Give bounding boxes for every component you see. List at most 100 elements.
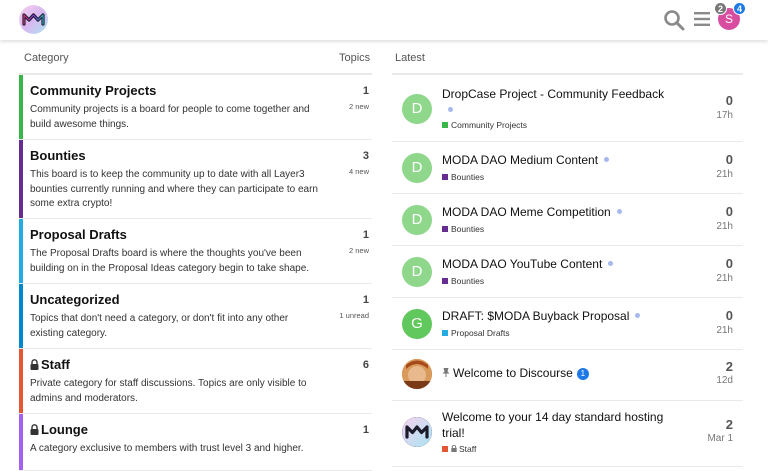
moda-logo-icon[interactable]	[19, 5, 48, 34]
pin-icon	[442, 368, 450, 377]
topic-category-badge[interactable]: Staff	[442, 444, 476, 454]
category-new-count[interactable]: 1 unread	[339, 311, 369, 320]
category-title-text: Lounge	[41, 422, 88, 437]
avatar[interactable]: G	[402, 309, 432, 339]
category-title[interactable]: Proposal Drafts	[30, 227, 127, 242]
lock-icon	[30, 359, 39, 370]
topic-row[interactable]: D MODA DAO YouTube Content Bounties 0 21h	[392, 246, 743, 298]
category-color-bar	[19, 349, 23, 413]
topic-title-text: MODA DAO Medium Content	[442, 153, 599, 167]
topic-title[interactable]: MODA DAO Meme Competition	[442, 204, 672, 220]
topic-category-name: Bounties	[451, 224, 485, 234]
category-color-bar	[19, 140, 23, 218]
category-color-bar	[19, 284, 23, 348]
category-row-lounge[interactable]: Lounge A category exclusive to members wi…	[19, 414, 372, 471]
topic-category-name: Staff	[459, 444, 477, 454]
topic-reply-count: 2	[725, 359, 733, 374]
topic-activity-age[interactable]: 21h	[716, 221, 733, 232]
avatar[interactable]	[402, 417, 432, 447]
category-row-uncategorized[interactable]: Uncategorized Topics that don't need a ca…	[19, 284, 372, 349]
category-color-swatch	[442, 330, 448, 336]
category-description: Community projects is a board for people…	[30, 104, 310, 130]
avatar[interactable]: D	[402, 153, 432, 183]
category-new-count[interactable]: 2 new	[349, 246, 369, 255]
category-topic-count: 3	[362, 150, 369, 162]
notification-badge-blue[interactable]: 4	[733, 2, 746, 15]
category-column-header[interactable]: Category	[24, 52, 69, 64]
category-title[interactable]: Staff	[30, 357, 70, 372]
category-title[interactable]: Bounties	[30, 148, 86, 163]
topic-title[interactable]: Welcome to Discourse 1	[442, 365, 672, 381]
topic-reply-count: 0	[725, 308, 733, 323]
topic-title[interactable]: DropCase Project - Community Feedback	[442, 86, 672, 118]
unread-count-badge[interactable]: 1	[576, 368, 589, 380]
category-row-staff[interactable]: Staff Private category for staff discussi…	[19, 349, 372, 414]
category-color-swatch	[442, 174, 448, 180]
moda-logo-icon	[402, 417, 432, 447]
category-color-bar	[19, 75, 23, 139]
category-title-text: Staff	[41, 357, 70, 372]
topic-row[interactable]: Welcome to your 14 day standard hosting …	[392, 401, 743, 467]
avatar[interactable]: D	[402, 205, 432, 235]
topic-activity-age[interactable]: 21h	[716, 325, 733, 336]
topic-title[interactable]: DRAFT: $MODA Buyback Proposal	[442, 308, 672, 324]
category-color-swatch	[442, 446, 448, 452]
topic-title[interactable]: Welcome to your 14 day standard hosting …	[442, 409, 672, 441]
topic-reply-count: 2	[725, 417, 733, 432]
category-description: The Proposal Drafts board is where the t…	[30, 248, 310, 274]
category-new-count[interactable]: 4 new	[349, 167, 369, 176]
topic-title-text: Welcome to Discourse	[453, 366, 573, 380]
topic-category-badge[interactable]: Bounties	[442, 172, 484, 182]
category-title[interactable]: Lounge	[30, 422, 88, 437]
category-color-swatch	[442, 278, 448, 284]
category-description: Topics that don't need a category, or do…	[30, 313, 289, 339]
topic-reply-count: 0	[725, 93, 733, 108]
hamburger-menu-icon[interactable]	[693, 10, 711, 28]
topic-row[interactable]: D DropCase Project - Community Feedback Co…	[392, 75, 743, 142]
category-title-text: Community Projects	[30, 83, 157, 98]
category-description: A category exclusive to members with tru…	[30, 443, 304, 454]
topic-title[interactable]: MODA DAO YouTube Content	[442, 256, 672, 272]
notification-badge-gray[interactable]: 2	[714, 2, 727, 15]
topic-category-badge[interactable]: Community Projects	[442, 120, 527, 130]
topic-activity-age[interactable]: 12d	[716, 375, 733, 386]
topic-activity-age[interactable]: Mar 1	[707, 433, 733, 444]
topic-row[interactable]: Welcome to Discourse 1 2 12d	[392, 350, 743, 401]
category-color-swatch	[442, 226, 448, 232]
category-title[interactable]: Uncategorized	[30, 292, 120, 307]
category-topic-count: 1	[362, 294, 369, 306]
topic-title[interactable]: MODA DAO Medium Content	[442, 152, 672, 168]
topic-category-badge[interactable]: Proposal Drafts	[442, 328, 510, 338]
user-photo-icon	[402, 359, 432, 389]
category-topic-count: 1	[362, 424, 369, 436]
avatar[interactable]: D	[402, 257, 432, 287]
topic-reply-count: 0	[725, 152, 733, 167]
topic-row[interactable]: D MODA DAO Meme Competition Bounties 0 21h	[392, 194, 743, 246]
category-title-text: Proposal Drafts	[30, 227, 127, 242]
search-icon[interactable]	[663, 9, 685, 31]
topic-title-text: DRAFT: $MODA Buyback Proposal	[442, 309, 630, 323]
category-new-count[interactable]: 2 new	[349, 102, 369, 111]
topic-category-name: Bounties	[451, 276, 485, 286]
category-title[interactable]: Community Projects	[30, 83, 156, 98]
topics-column-header[interactable]: Topics	[339, 52, 370, 64]
category-row-bounties[interactable]: Bounties This board is to keep the commun…	[19, 140, 372, 219]
topic-row[interactable]: G DRAFT: $MODA Buyback Proposal Proposal D…	[392, 298, 743, 350]
topic-category-name: Proposal Drafts	[451, 328, 510, 338]
topic-category-badge[interactable]: Bounties	[442, 224, 484, 234]
avatar[interactable]: D	[402, 94, 432, 124]
category-color-swatch	[442, 122, 448, 128]
category-title-text: Bounties	[30, 148, 86, 163]
topic-row[interactable]: D MODA DAO Medium Content Bounties 0 21h	[392, 142, 743, 194]
avatar[interactable]	[402, 359, 432, 389]
topic-activity-age[interactable]: 21h	[716, 169, 733, 180]
category-row-proposal-drafts[interactable]: Proposal Drafts The Proposal Drafts board…	[19, 219, 372, 284]
topic-category-badge[interactable]: Bounties	[442, 276, 484, 286]
topic-activity-age[interactable]: 21h	[716, 273, 733, 284]
category-row-community-projects[interactable]: Community Projects Community projects is …	[19, 75, 372, 140]
site-header: S 2 4	[0, 0, 768, 40]
topic-reply-count: 0	[725, 204, 733, 219]
category-topic-count: 6	[362, 359, 369, 371]
category-description: Private category for staff discussions. …	[30, 378, 307, 404]
topic-activity-age[interactable]: 17h	[716, 110, 733, 121]
